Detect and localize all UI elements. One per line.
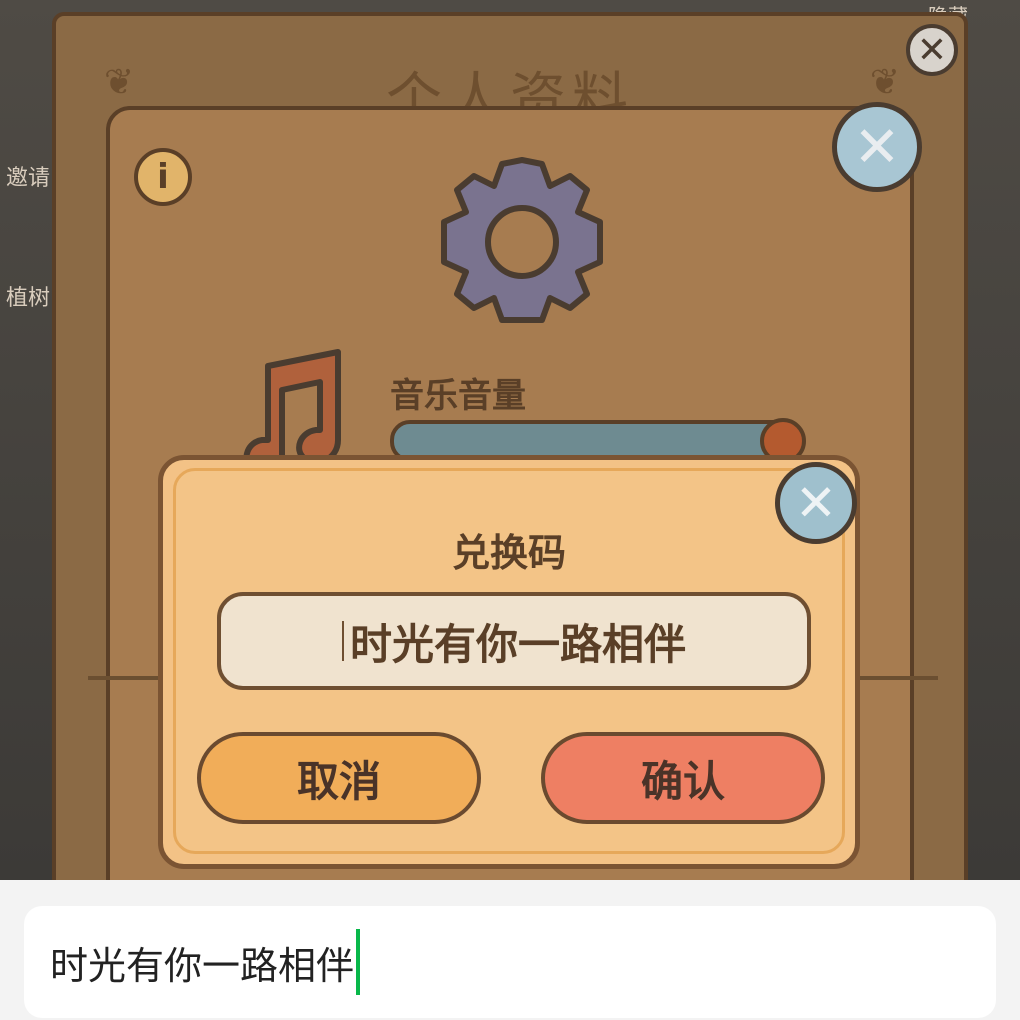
cancel-button[interactable]: 取消 bbox=[197, 732, 481, 824]
redeem-dialog: 兑换码 ✕ 时光有你一路相伴 取消 确认 bbox=[158, 455, 860, 869]
redeem-title: 兑换码 bbox=[451, 531, 566, 575]
plant-tree-label: 植树 bbox=[6, 286, 51, 311]
profile-close-icon[interactable]: ✕ bbox=[906, 24, 958, 76]
gear-icon bbox=[441, 157, 603, 323]
background-side-labels: 邀请 植树 bbox=[6, 160, 50, 400]
music-volume-label: 音乐音量 bbox=[390, 376, 526, 416]
confirm-button[interactable]: 确认 bbox=[541, 732, 825, 824]
title-ornament-right-icon: ❦ bbox=[869, 62, 900, 103]
ime-input-text: 时光有你一路相伴 bbox=[50, 943, 355, 988]
redeem-code-input[interactable]: 时光有你一路相伴 bbox=[217, 592, 811, 690]
redeem-code-value: 时光有你一路相伴 bbox=[349, 619, 686, 669]
info-icon[interactable]: i bbox=[134, 148, 192, 206]
redeem-close-icon[interactable]: ✕ bbox=[775, 462, 857, 544]
settings-close-icon[interactable]: ✕ bbox=[832, 102, 922, 192]
invite-label: 邀请 bbox=[6, 166, 51, 191]
input-caret bbox=[341, 621, 344, 661]
ime-input-field[interactable]: 时光有你一路相伴 bbox=[24, 906, 996, 1018]
ime-caret bbox=[356, 929, 361, 995]
ime-input-bar: 时光有你一路相伴 bbox=[0, 880, 1020, 1020]
